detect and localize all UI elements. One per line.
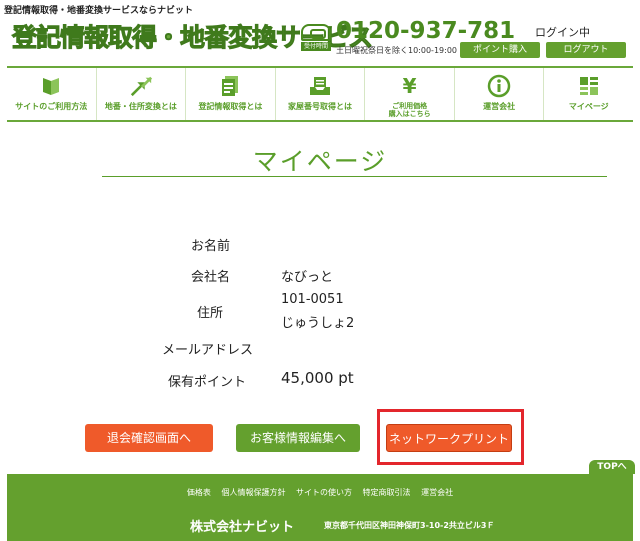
phone-hours: 土日曜祝祭日を除く10:00-19:00 — [336, 46, 457, 55]
nav-item-company[interactable]: 運営会社 — [453, 68, 544, 120]
info-icon — [487, 74, 511, 98]
nav-label: マイページ — [568, 102, 609, 111]
postal-code: 101-0051 — [281, 292, 344, 307]
footer-link-pricing[interactable]: 価格表 — [187, 488, 211, 497]
nav-item-pricing[interactable]: ¥ ご利用価格 購入はこちら — [364, 68, 454, 120]
nav-label: 運営会社 — [483, 102, 516, 111]
name-label: お名前 — [190, 239, 230, 254]
nav-item-house-number[interactable]: 家屋番号取得とは — [274, 68, 365, 120]
login-status: ログイン中 — [535, 26, 590, 39]
nav-label: 地番・住所変換とは — [104, 102, 177, 111]
nav-label-line2: 購入はこちら — [388, 110, 431, 118]
footer-address: 東京都千代田区神田神保町3-10-2共立ビル3Ｆ — [324, 521, 495, 530]
address-label: 住所 — [196, 306, 223, 321]
footer-link-company[interactable]: 運営会社 — [421, 488, 453, 497]
points-value: 45,000 pt — [281, 369, 354, 387]
nav-item-mypage[interactable]: マイページ — [543, 68, 633, 120]
nav-label-line1: ご利用価格 — [392, 102, 428, 110]
nav-label: 家屋番号取得とは — [288, 102, 353, 111]
back-to-top-button[interactable]: TOPへ — [589, 460, 635, 474]
buy-points-button[interactable]: ポイント購入 — [460, 42, 540, 58]
nav-label: ご利用価格 購入はこちら — [389, 102, 431, 118]
phone-tag: 受付時間 — [301, 42, 331, 51]
site-tagline: 登記情報取得・地番変換サービスならナビット — [4, 6, 194, 16]
yen-icon: ¥ — [402, 74, 417, 98]
site-logo[interactable]: 登記情報取得・地番変換サービス — [11, 20, 373, 60]
footer-links: 価格表 個人情報保護方針 サイトの使い方 特定商取引法 運営会社 — [7, 487, 633, 498]
tray-icon — [308, 74, 332, 98]
footer-link-usage[interactable]: サイトの使い方 — [296, 488, 352, 497]
points-label: 保有ポイント — [167, 375, 246, 390]
arrows-icon — [129, 74, 153, 98]
nav-item-convert[interactable]: 地番・住所変換とは — [95, 68, 186, 120]
logout-button[interactable]: ログアウト — [546, 42, 626, 58]
phone-number[interactable]: 0120-937-781 — [336, 18, 515, 44]
email-label: メールアドレス — [161, 343, 253, 358]
nav-item-registry[interactable]: 登記情報取得とは — [185, 68, 275, 120]
company-label: 会社名 — [190, 270, 230, 285]
list-icon — [577, 74, 601, 98]
book-icon — [39, 74, 63, 98]
page-title: マイページ — [252, 147, 388, 176]
footer-company-name: 株式会社ナビット — [190, 520, 295, 535]
nav-item-usage[interactable]: サイトのご利用方法 — [7, 68, 96, 120]
nav-label: サイトのご利用方法 — [15, 102, 88, 111]
company-value: なびっと — [281, 270, 334, 285]
document-icon — [218, 74, 242, 98]
main-nav: サイトのご利用方法 地番・住所変換とは 登記情報取得とは 家屋番号取得とは ¥ … — [7, 66, 633, 122]
footer-link-privacy[interactable]: 個人情報保護方針 — [221, 488, 285, 497]
edit-profile-button[interactable]: お客様情報編集へ — [236, 424, 360, 452]
withdraw-button[interactable]: 退会確認画面へ — [85, 424, 213, 452]
footer: 価格表 個人情報保護方針 サイトの使い方 特定商取引法 運営会社 株式会社ナビッ… — [7, 474, 633, 541]
title-divider — [102, 176, 607, 177]
phone-icon: 受付時間 — [301, 24, 331, 51]
nav-label: 登記情報取得とは — [198, 102, 263, 111]
network-print-button[interactable]: ネットワークプリント — [386, 424, 512, 452]
address-value: じゅうしょ2 — [281, 316, 355, 331]
footer-link-commerce-law[interactable]: 特定商取引法 — [363, 488, 411, 497]
